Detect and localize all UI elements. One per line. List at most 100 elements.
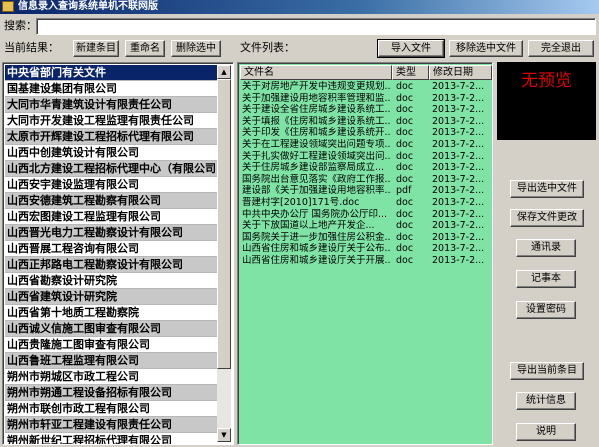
file-type: doc — [396, 115, 414, 127]
list-item[interactable]: 山西安宇建设监理有限公司 — [5, 177, 219, 193]
table-row[interactable]: 山西省住房和城乡建设厅关于开展... doc 2013-7-2... — [240, 255, 492, 267]
table-row[interactable]: 关于印发《住房和城乡建设系统开... doc 2013-7-2... — [240, 127, 492, 139]
file-name: 关于填报《住房和城乡建设系统工... — [242, 115, 390, 127]
file-type: doc — [396, 150, 414, 162]
list-item[interactable]: 大同市开发建设工程监理有限责任公司 — [5, 113, 219, 129]
column-header-date[interactable]: 修改日期 — [429, 65, 492, 80]
list-item[interactable]: 山西省建筑设计研究院 — [5, 289, 219, 305]
list-item[interactable]: 山西省勘察设计研究院 — [5, 273, 219, 289]
list-item[interactable]: 朔州市轩亚工程建设有限责任公司 — [5, 417, 219, 433]
export-current-button[interactable]: 导出当前条目 — [510, 362, 584, 380]
table-row[interactable]: 建设部《关于加强建设用地容积率... pdf 2013-7-2... — [240, 185, 492, 197]
list-item[interactable]: 山西贵隆施工图审查有限公司 — [5, 337, 219, 353]
contacts-button[interactable]: 通讯录 — [516, 239, 576, 257]
table-row[interactable]: 关于下放国道以上地产开发企... doc 2013-7-2... — [240, 220, 492, 232]
no-preview-text: 无预览 — [521, 71, 572, 91]
list-item[interactable]: 国基建设集团有限公司 — [5, 81, 219, 97]
window-title: 信息录入查询系统单机不联网版 — [18, 1, 158, 12]
file-type: doc — [396, 208, 414, 220]
table-row[interactable]: 国务院出台意见落实《政府工作报... doc 2013-7-2... — [240, 174, 492, 186]
file-date: 2013-7-2... — [432, 220, 485, 232]
file-type: doc — [396, 220, 414, 232]
table-row[interactable]: 中共中央办公厅 国务院办公厅印... doc 2013-7-2... — [240, 209, 492, 221]
remove-selected-file-button[interactable]: 移除选中文件 — [449, 40, 523, 57]
rename-button[interactable]: 重命名 — [125, 40, 165, 57]
table-row[interactable]: 关于加强建设用地容积率管理和监... doc 2013-7-2... — [240, 93, 492, 105]
scroll-up-icon[interactable]: ▲ — [217, 65, 231, 79]
file-date: 2013-7-2... — [432, 173, 485, 185]
statistics-button[interactable]: 统计信息 — [516, 392, 576, 410]
list-item[interactable]: 朔州新世纪工程招标代理有限公司 — [5, 433, 219, 444]
list-item[interactable]: 山西安德建筑工程勘察有限公司 — [5, 193, 219, 209]
list-item[interactable]: 山西省第十地质工程勘察院 — [5, 305, 219, 321]
save-changes-button[interactable]: 保存文件更改 — [510, 209, 584, 227]
list-item[interactable]: 朔州市联创市政工程有限公司 — [5, 401, 219, 417]
preview-panel: 无预览 — [497, 62, 596, 140]
file-type: doc — [396, 127, 414, 139]
exit-button[interactable]: 完全退出 — [528, 40, 594, 57]
file-list[interactable]: 文件名 类型 修改日期 关于对房地产开发中违规变更规划... doc 2013-7-… — [237, 62, 493, 445]
list-item[interactable]: 山西诚义信施工图审查有限公司 — [5, 321, 219, 337]
file-name: 关于加强建设用地容积率管理和监... — [242, 92, 390, 104]
list-item[interactable]: 中央省部门有关文件 — [5, 65, 219, 81]
search-input[interactable] — [36, 18, 596, 35]
table-row[interactable]: 关于扎实做好工程建设领域突出问... doc 2013-7-2... — [240, 151, 492, 163]
list-item[interactable]: 朔州市朔通工程设备招标有限公司 — [5, 385, 219, 401]
table-row[interactable]: 国务院关于进一步加强住房公积金... doc 2013-7-2... — [240, 232, 492, 244]
table-row[interactable]: 关于在工程建设领域突出问题专项... doc 2013-7-2... — [240, 139, 492, 151]
result-label: 当前结果： — [4, 41, 59, 54]
file-name: 关于在工程建设领域突出问题专项... — [242, 138, 390, 150]
entry-list[interactable]: 中央省部门有关文件 国基建设集团有限公司 大同市华青建筑设计有限责任公司 大同市… — [2, 62, 234, 445]
new-item-button[interactable]: 新建条目 — [73, 40, 119, 57]
column-header-name[interactable]: 文件名 — [240, 65, 392, 80]
file-name: 晋建村字[2010]171号.doc — [242, 196, 360, 208]
file-name: 关于住房城乡建设部监察局成立... — [242, 162, 385, 174]
app-icon — [2, 1, 14, 12]
file-name: 中共中央办公厅 国务院办公厅印... — [242, 208, 388, 220]
delete-selected-button[interactable]: 删除选中 — [171, 40, 221, 57]
help-button[interactable]: 说明 — [516, 423, 576, 441]
table-row[interactable]: 关于住房城乡建设部监察局成立... doc 2013-7-2... — [240, 162, 492, 174]
file-date: 2013-7-2... — [432, 150, 485, 162]
table-row[interactable]: 关于建设全省住房城乡建设系统工... doc 2013-7-2... — [240, 104, 492, 116]
list-item[interactable]: 太原市开辉建设工程招标代理有限公司 — [5, 129, 219, 145]
file-name: 关于对房地产开发中违规变更规划... — [242, 81, 390, 92]
search-label: 搜索： — [4, 19, 37, 32]
file-date: 2013-7-2... — [432, 104, 485, 116]
file-name: 关于扎实做好工程建设领域突出问... — [242, 150, 390, 162]
file-type: doc — [396, 243, 414, 255]
table-row[interactable]: 山西省住房和城乡建设厅关于公布... doc 2013-7-2... — [240, 243, 492, 255]
import-file-button[interactable]: 导入文件 — [377, 39, 445, 58]
table-row[interactable]: 关于填报《住房和城乡建设系统工... doc 2013-7-2... — [240, 116, 492, 128]
list-item[interactable]: 山西晋光电力工程勘察设计有限公司 — [5, 225, 219, 241]
set-password-button[interactable]: 设置密码 — [516, 301, 576, 319]
list-item[interactable]: 山西中创建筑设计有限公司 — [5, 145, 219, 161]
file-date: 2013-7-2... — [432, 92, 485, 104]
list-item[interactable]: 山西宏图建设工程监理有限公司 — [5, 209, 219, 225]
list-item[interactable]: 大同市华青建筑设计有限责任公司 — [5, 97, 219, 113]
list-item[interactable]: 山西北方建设工程招标代理中心（有限公司 — [5, 161, 219, 177]
notes-button[interactable]: 记事本 — [516, 270, 576, 288]
list-item[interactable]: 山西晋展工程咨询有限公司 — [5, 241, 219, 257]
scroll-down-icon[interactable]: ▼ — [217, 428, 231, 442]
file-type: doc — [396, 196, 414, 208]
list-item[interactable]: 山西鲁班工程监理有限公司 — [5, 353, 219, 369]
scroll-thumb[interactable] — [217, 79, 231, 369]
file-name: 山西省住房和城乡建设厅关于开展... — [242, 254, 390, 266]
column-header-type[interactable]: 类型 — [392, 65, 429, 80]
title-bar[interactable]: 信息录入查询系统单机不联网版 — [0, 0, 599, 14]
list-item[interactable]: 朔州市朔城区市政工程公司 — [5, 369, 219, 385]
entry-list-scrollbar[interactable]: ▲ ▼ — [217, 65, 231, 442]
file-date: 2013-7-2... — [432, 115, 485, 127]
export-selected-button[interactable]: 导出选中文件 — [510, 180, 584, 198]
file-type: doc — [396, 254, 414, 266]
file-date: 2013-7-2... — [432, 138, 485, 150]
table-row[interactable]: 晋建村字[2010]171号.doc doc 2013-7-2... — [240, 197, 492, 209]
file-date: 2013-7-2... — [432, 231, 485, 243]
file-list-body: 关于对房地产开发中违规变更规划... doc 2013-7-2... 关于加强建设用… — [240, 81, 492, 267]
table-row[interactable]: 关于对房地产开发中违规变更规划... doc 2013-7-2... — [240, 81, 492, 93]
file-list-label: 文件列表： — [240, 41, 295, 54]
list-item[interactable]: 山西正邦路电工程勘察设计有限公司 — [5, 257, 219, 273]
file-name: 关于下放国道以上地产开发企... — [242, 220, 375, 232]
file-date: 2013-7-2... — [432, 127, 485, 139]
